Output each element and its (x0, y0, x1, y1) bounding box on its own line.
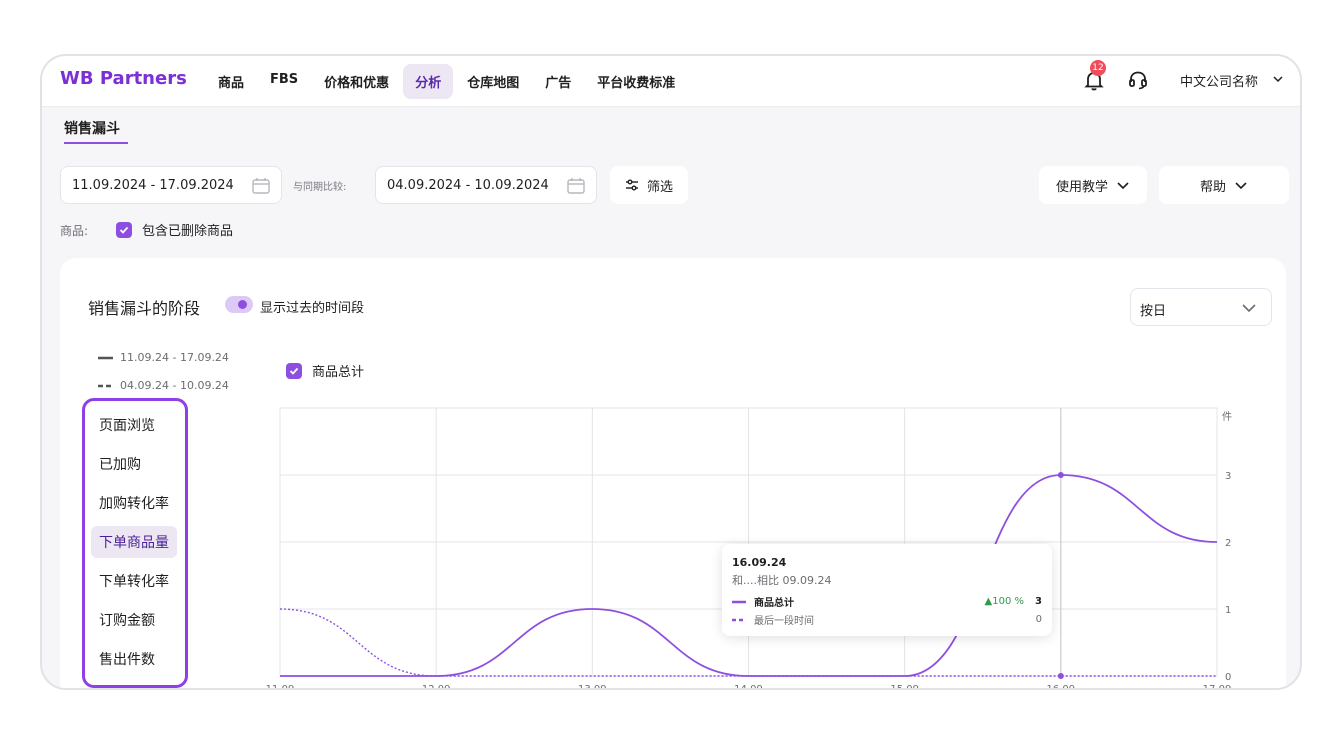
nav-item-ads[interactable]: 广告 (533, 64, 583, 99)
notification-badge: 12 (1090, 60, 1106, 76)
logo: WB Partners (60, 68, 187, 89)
x-tick-label: 13.09 (578, 684, 607, 690)
chevron-down-icon[interactable] (1272, 73, 1284, 85)
x-tick-label: 15.09 (890, 684, 919, 690)
active-tab-underline (64, 142, 128, 144)
compare-range-value: 04.09.2024 - 10.09.2024 (387, 178, 549, 193)
chevron-down-icon (1117, 182, 1129, 190)
filter-button-label: 筛选 (646, 179, 673, 195)
tooltip-row-value: 3 (1035, 596, 1042, 607)
y-tick-label: 1 (1225, 605, 1231, 616)
calendar-icon[interactable] (566, 176, 586, 196)
date-range-value: 11.09.2024 - 17.09.2024 (72, 178, 234, 193)
date-range-field[interactable]: 11.09.2024 - 17.09.2024 (60, 166, 282, 204)
tooltip-row-delta: ▲100 % (984, 596, 1024, 607)
y-axis-unit: 件 (1222, 411, 1232, 423)
tooltip-row-current: 商品总计 ▲100 % 3 (732, 594, 1042, 609)
chevron-down-icon (1235, 182, 1247, 190)
line-chart: 11.09 12.09 13.09 14.09 15.09 16.09 17.090123件 (266, 407, 1232, 690)
nav-item-fees[interactable]: 平台收费标准 (585, 64, 687, 99)
tooltip-row-previous: 最后一段时间 0 (732, 612, 1042, 627)
tooltip-row-name: 最后一段时间 (754, 616, 814, 627)
goods-filter-label: 商品: (60, 224, 89, 238)
tooltip-row-value: 0 (1035, 614, 1042, 625)
help-button-label: 帮助 (1199, 179, 1226, 195)
tutorial-button-label: 使用教学 (1055, 179, 1108, 195)
compare-label: 与同期比较: (293, 182, 347, 193)
chart-tooltip: 16.09.24 和....相比 09.09.24 商品总计 ▲100 % 3 … (722, 544, 1052, 636)
tooltip-date: 16.09.24 (732, 556, 787, 569)
x-tick-label: 11.09 (266, 684, 295, 690)
x-tick-label: 17.09 (1203, 684, 1232, 690)
funnel-card: 销售漏斗的阶段 显示过去的时间段 按日 11.09.24 - 17.09.24 … (60, 258, 1286, 690)
company-name[interactable]: 中文公司名称 (1180, 71, 1258, 90)
y-tick-label: 3 (1225, 471, 1231, 482)
nav-item-prices[interactable]: 价格和优惠 (312, 64, 401, 99)
sliders-icon (625, 179, 638, 191)
y-tick-label: 2 (1225, 538, 1231, 549)
x-tick-label: 16.09 (1047, 684, 1076, 690)
app-window: WB Partners 商品 FBS 价格和优惠 分析 仓库地图 广告 平台收费… (40, 54, 1302, 690)
include-deleted-checkbox[interactable]: 包含已删除商品 (116, 220, 233, 239)
y-tick-label: 0 (1225, 672, 1231, 683)
tooltip-row-name: 商品总计 (754, 598, 794, 609)
tutorial-button[interactable]: 使用教学 (1039, 166, 1147, 204)
top-navigation-bar: WB Partners 商品 FBS 价格和优惠 分析 仓库地图 广告 平台收费… (42, 56, 1300, 107)
tooltip-compare: 和....相比 09.09.24 (732, 574, 832, 587)
nav-item-fbs[interactable]: FBS (258, 64, 310, 99)
help-button[interactable]: 帮助 (1159, 166, 1289, 204)
filter-button[interactable]: 筛选 (610, 166, 688, 204)
data-point-previous (1057, 673, 1064, 679)
data-point-current (1057, 472, 1064, 478)
solid-line-swatch (732, 600, 746, 603)
x-tick-label: 12.09 (422, 684, 451, 690)
nav-item-goods[interactable]: 商品 (206, 64, 256, 99)
calendar-icon[interactable] (251, 176, 271, 196)
headset-icon[interactable] (1126, 68, 1150, 92)
main-nav: 商品 FBS 价格和优惠 分析 仓库地图 广告 平台收费标准 (206, 64, 687, 99)
checkbox-checked-icon[interactable] (116, 221, 132, 238)
dashed-line-swatch (732, 618, 746, 621)
compare-range-field[interactable]: 04.09.2024 - 10.09.2024 (375, 166, 597, 204)
page-title[interactable]: 销售漏斗 (64, 118, 120, 138)
nav-item-analytics[interactable]: 分析 (403, 64, 454, 99)
x-tick-label: 14.09 (734, 684, 763, 690)
nav-item-warehouse-map[interactable]: 仓库地图 (455, 64, 531, 99)
include-deleted-label: 包含已删除商品 (142, 224, 234, 239)
